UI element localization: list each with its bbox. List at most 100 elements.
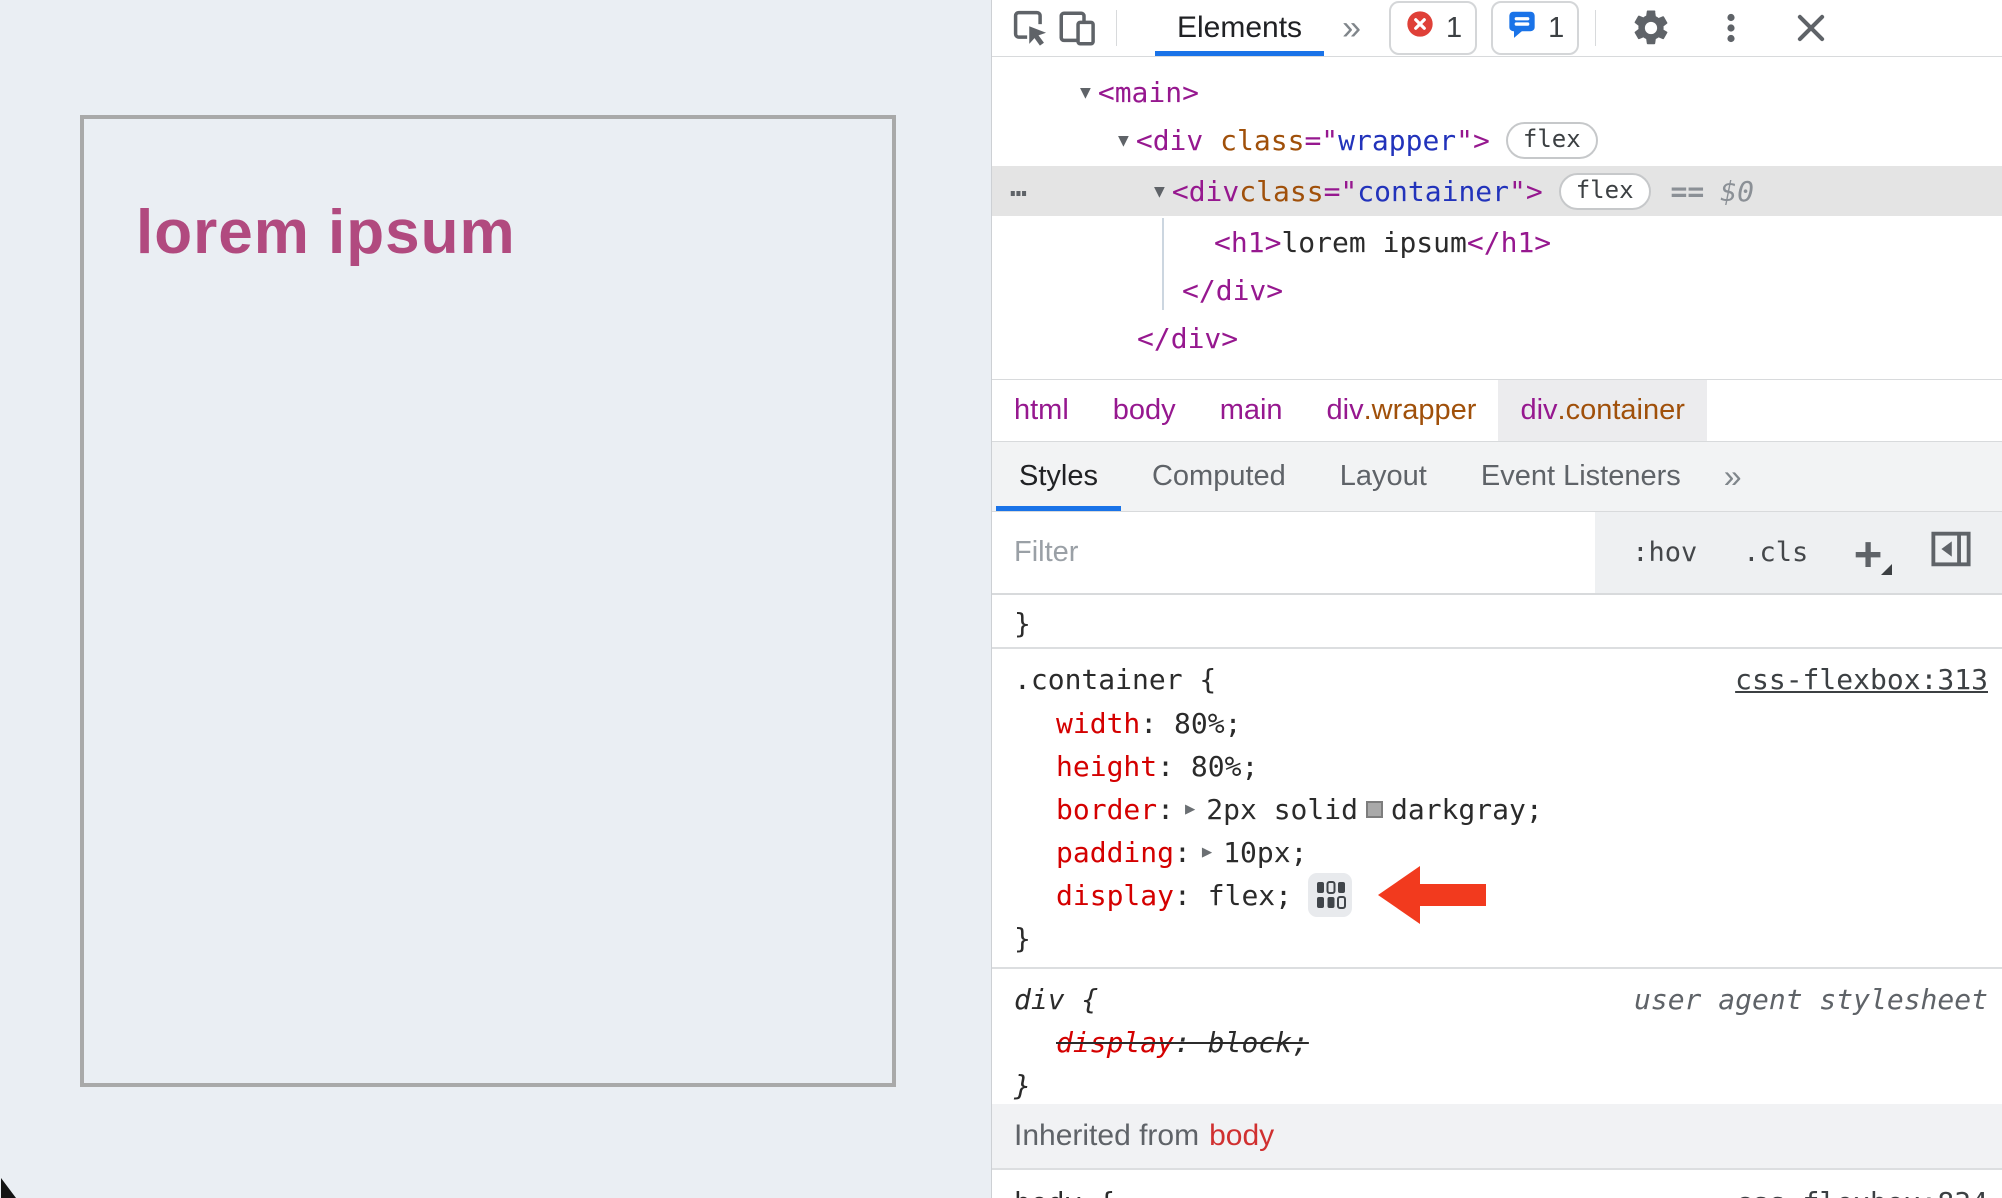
dom-row-h1[interactable]: <h1> lorem ipsum </h1>	[1214, 220, 1551, 264]
breadcrumb-div-wrapper[interactable]: div .wrapper	[1305, 380, 1499, 441]
closing-brace: }	[1014, 921, 1031, 955]
crumb-class: .container	[1557, 394, 1685, 426]
breadcrumb-div-container[interactable]: div .container	[1498, 380, 1707, 441]
property-name[interactable]: display	[1056, 1026, 1174, 1059]
css-property-display[interactable]: display: flex;	[1056, 866, 1487, 924]
property-value[interactable]: : block;	[1174, 1026, 1309, 1059]
settings-gear-icon[interactable]	[1628, 5, 1674, 51]
crumb-label: html	[1014, 394, 1069, 426]
inspect-element-icon[interactable]	[1008, 5, 1054, 51]
active-tab-indicator	[996, 506, 1121, 511]
property-name[interactable]: width	[1056, 707, 1140, 740]
wrapper-tag: <div	[1135, 123, 1204, 157]
property-name[interactable]: border	[1056, 793, 1157, 826]
tab-elements[interactable]: Elements	[1151, 0, 1328, 56]
collapse-arrow-icon[interactable]: ▼	[1080, 82, 1091, 103]
expand-shorthand-icon[interactable]: ▶	[1202, 842, 1212, 862]
close-div-tag: </div>	[1137, 321, 1239, 355]
selector-text: .container {	[1014, 662, 1217, 696]
toggle-sidebar-panel-icon[interactable]	[1928, 526, 1974, 579]
breadcrumb-main[interactable]: main	[1198, 380, 1305, 441]
error-counter-button[interactable]: 1	[1388, 1, 1478, 55]
new-style-rule-button[interactable]: +	[1854, 530, 1892, 576]
error-count: 1	[1445, 11, 1463, 44]
dom-row-close-div-outer[interactable]: </div>	[1137, 316, 1238, 360]
dom-row-main[interactable]: ▼ <main>	[1080, 70, 1199, 114]
devtools-panel: Elements » 1 1 ▼ <main> ▼ <div class =" …	[991, 0, 2002, 1198]
tab-label: Layout	[1339, 460, 1427, 492]
property-value[interactable]: : flex;	[1174, 879, 1292, 912]
dom-row-close-div-inner[interactable]: </div>	[1182, 268, 1283, 312]
filter-input[interactable]	[1014, 536, 1595, 569]
container-attr-name: class	[1239, 174, 1324, 208]
kebab-menu-icon[interactable]	[1708, 5, 1754, 51]
section-separator	[992, 967, 2002, 969]
color-swatch[interactable]	[1365, 800, 1383, 818]
tab-event-listeners[interactable]: Event Listeners	[1454, 442, 1708, 511]
flex-badge[interactable]: flex	[1558, 172, 1651, 210]
device-toolbar-icon[interactable]	[1054, 5, 1100, 51]
close-div-tag: </div>	[1182, 273, 1284, 307]
cursor-artifact	[1, 1178, 16, 1198]
collapse-arrow-icon[interactable]: ▼	[1154, 181, 1165, 202]
h1-text: lorem ipsum	[1281, 225, 1467, 259]
plus-icon: +	[1854, 525, 1882, 580]
css-property-padding[interactable]: padding: ▶ 10px;	[1056, 830, 1307, 874]
property-value[interactable]: : 80%;	[1157, 750, 1258, 783]
breadcrumb-body[interactable]: body	[1091, 380, 1198, 441]
ua-rule-selector[interactable]: div {	[1014, 977, 1098, 1021]
rendered-page: lorem ipsum	[0, 0, 991, 1198]
property-name[interactable]: display	[1056, 879, 1174, 912]
stylesheet-source-link[interactable]: css-flexbox:313	[1735, 657, 1988, 701]
error-icon	[1404, 8, 1436, 48]
toggle-hover-state-button[interactable]: :hov	[1632, 537, 1697, 568]
css-property-border[interactable]: border: ▶ 2px solid darkgray;	[1056, 787, 1543, 831]
more-sidebar-tabs-chevron-icon[interactable]: »	[1708, 458, 1758, 495]
property-value[interactable]: 2px solid	[1206, 793, 1358, 826]
dom-row-wrapper[interactable]: ▼ <div class =" wrapper "> flex	[1118, 118, 1598, 162]
flex-badge[interactable]: flex	[1505, 121, 1598, 159]
breadcrumb-html[interactable]: html	[992, 380, 1091, 441]
page-heading: lorem ipsum	[136, 198, 516, 267]
closing-brace: }	[1014, 1068, 1031, 1102]
wrapper-eq: ="	[1304, 123, 1339, 157]
toolbar-separator	[1595, 10, 1597, 46]
dom-row-container-selected[interactable]: … ▼ <div class =" container "> flex == $0	[992, 166, 2002, 216]
flex-editor-button[interactable]	[1308, 873, 1353, 917]
expand-shorthand-icon[interactable]: ▶	[1185, 799, 1195, 819]
container-tag-close: ">	[1509, 174, 1543, 208]
equals-sign: ==	[1670, 174, 1705, 208]
tab-styles[interactable]: Styles	[992, 442, 1125, 511]
styles-filter-bar: :hov .cls +	[992, 512, 2002, 595]
node-menu-dots[interactable]: …	[1010, 170, 1030, 203]
css-property-display-overridden[interactable]: display: block;	[1056, 1020, 1309, 1064]
css-property-width[interactable]: width: 80%;	[1056, 701, 1241, 745]
tab-computed[interactable]: Computed	[1125, 442, 1313, 511]
section-separator	[992, 647, 2002, 649]
tab-label: Computed	[1151, 460, 1286, 492]
toggle-classes-button[interactable]: .cls	[1743, 537, 1808, 568]
more-panels-chevron-icon[interactable]: »	[1328, 9, 1375, 48]
body-rule-selector[interactable]: body {	[1014, 1180, 1115, 1198]
property-name[interactable]: height	[1056, 750, 1157, 783]
closing-brace: }	[1014, 606, 1031, 640]
css-property-height[interactable]: height: 80%;	[1056, 744, 1258, 788]
devtools-toolbar: Elements » 1 1	[992, 0, 2002, 57]
selector-text: body {	[1014, 1186, 1115, 1198]
indent-guide-line	[1162, 218, 1164, 310]
close-devtools-icon[interactable]	[1788, 5, 1834, 51]
stylesheet-source-link[interactable]: css-flexbox:834	[1735, 1180, 1988, 1198]
toolbar-separator	[1116, 10, 1117, 46]
property-name[interactable]: padding	[1056, 836, 1174, 869]
issue-counter-button[interactable]: 1	[1491, 1, 1580, 55]
collapse-arrow-icon[interactable]: ▼	[1118, 130, 1129, 151]
container-attr-value: container	[1357, 174, 1510, 208]
property-value[interactable]: 10px;	[1223, 836, 1307, 869]
tab-layout[interactable]: Layout	[1313, 442, 1454, 511]
property-value[interactable]: darkgray;	[1391, 793, 1543, 826]
wrapper-tag-close: ">	[1456, 123, 1490, 157]
inherited-target-link[interactable]: body	[1209, 1119, 1274, 1153]
property-value[interactable]: : 80%;	[1140, 707, 1241, 740]
container-rule-selector[interactable]: .container {	[1014, 657, 1216, 701]
dom-tree: ▼ <main> ▼ <div class =" wrapper "> flex … …	[992, 57, 2002, 379]
